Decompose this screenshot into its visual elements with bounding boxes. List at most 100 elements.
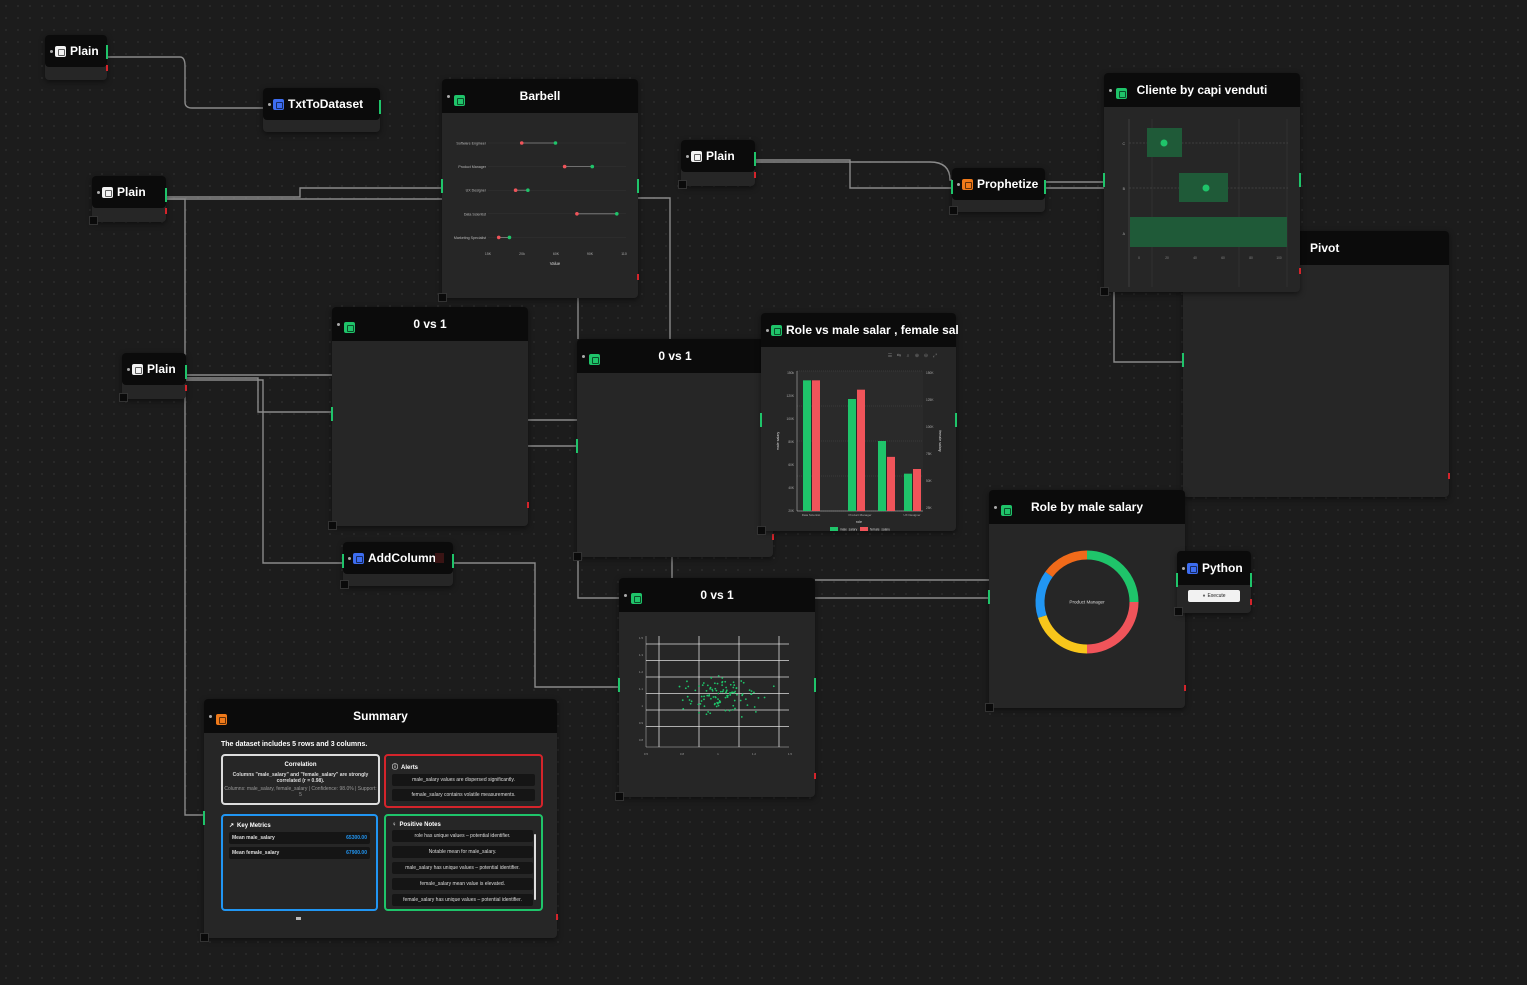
role-vs-salary-node[interactable]: Role vs male salar , female sal ☰ ⇆ ⌕ ⊕ ⊖ ⤢ 15…	[757, 313, 959, 535]
resize-handle[interactable]	[89, 216, 98, 225]
tick-label: 1.5	[639, 636, 644, 640]
tick-label: 100K	[787, 417, 795, 421]
input-port[interactable]	[1182, 353, 1184, 367]
input-port[interactable]	[760, 413, 762, 427]
resize-handle[interactable]	[949, 206, 958, 215]
donut-center-label: Product Manager	[1069, 600, 1105, 605]
donut-slice	[1045, 550, 1088, 578]
output-port[interactable]	[1044, 180, 1046, 194]
error-port[interactable]	[772, 534, 774, 540]
pagination-indicator[interactable]	[296, 917, 301, 920]
legend-swatch	[860, 527, 868, 531]
error-port[interactable]	[1299, 268, 1301, 274]
scatter-point	[725, 686, 728, 689]
summary-node[interactable]: Summary The dataset includes 5 rows and …	[200, 699, 558, 942]
scatter-point	[757, 697, 760, 699]
input-port[interactable]	[203, 811, 205, 825]
execute-button[interactable]: ● Execute	[1188, 590, 1240, 602]
output-port[interactable]	[185, 365, 187, 379]
resize-handle[interactable]	[1174, 607, 1183, 616]
tick-label: Product Manager	[458, 165, 486, 169]
resize-handle[interactable]	[328, 521, 337, 530]
cliente-node[interactable]: Cliente by capi venduti C B A 0 20 40 60 80 100	[1100, 73, 1301, 296]
plain-node-3[interactable]: Plain	[119, 353, 187, 402]
error-port[interactable]	[1184, 685, 1186, 691]
node-header: AddColumn	[343, 542, 453, 574]
error-port[interactable]	[185, 385, 187, 391]
toolbar-icon: ⊖	[924, 353, 928, 359]
output-port[interactable]	[1250, 573, 1252, 587]
role-by-male-salary-node[interactable]: Role by male salary Product Manager	[985, 490, 1186, 712]
resize-handle[interactable]	[119, 393, 128, 402]
input-port[interactable]	[988, 590, 990, 604]
connection-wire	[1113, 292, 1183, 363]
output-port[interactable]	[1299, 173, 1301, 187]
scatter-point	[734, 707, 736, 710]
error-port[interactable]	[165, 208, 167, 214]
tick-label: 60K	[788, 463, 795, 467]
error-port[interactable]	[106, 65, 108, 71]
resize-handle[interactable]	[1100, 287, 1109, 296]
python-node[interactable]: Python ● Execute	[1174, 551, 1252, 616]
input-port[interactable]	[618, 678, 620, 692]
addcolumn-node[interactable]: AddColumn	[340, 542, 454, 589]
scatter-point	[714, 695, 717, 698]
scatter-chart: 1.5 1.3 1.2 1.1 1 0.9 0.8 0.5 0.8 1 1.2 1.5	[619, 612, 815, 797]
resize-handle[interactable]	[615, 792, 624, 801]
plain-node-4[interactable]: Plain	[678, 140, 756, 189]
output-port[interactable]	[165, 188, 167, 202]
output-port[interactable]	[379, 100, 381, 114]
scatter-point	[703, 695, 706, 698]
error-port[interactable]	[637, 274, 639, 280]
node-header: TxtToDataset	[263, 88, 380, 120]
scrollbar[interactable]	[534, 834, 536, 900]
plain-icon	[691, 150, 702, 162]
resize-handle[interactable]	[985, 703, 994, 712]
zero-vs-one-node-b[interactable]: 0 vs 1	[573, 339, 774, 561]
barbell-point	[526, 188, 530, 192]
barbell-node[interactable]: Barbell Software Engineer Product Manager…	[438, 79, 639, 302]
input-port[interactable]	[951, 180, 953, 194]
plain-node-1[interactable]: Plain	[45, 35, 108, 80]
txttodataset-node[interactable]: TxtToDataset	[263, 88, 381, 132]
output-port[interactable]	[106, 45, 108, 59]
input-port[interactable]	[1176, 573, 1178, 587]
tick-label: 1	[641, 704, 643, 708]
error-port[interactable]	[1250, 599, 1252, 605]
output-port[interactable]	[754, 152, 756, 166]
output-port[interactable]	[452, 554, 454, 568]
zero-vs-one-node-a[interactable]: 0 vs 1	[328, 307, 529, 530]
prophetize-node[interactable]: Prophetize	[949, 168, 1046, 215]
output-port[interactable]	[955, 413, 957, 427]
resize-handle[interactable]	[573, 552, 582, 561]
connection-wire	[577, 557, 619, 599]
key-metrics-card: ↗ Key Metrics Mean male_salary 65300.00 Me…	[221, 814, 378, 911]
node-header: Summary	[204, 699, 557, 733]
scatter-point	[746, 704, 749, 707]
toolbar-icon: ⊕	[915, 353, 919, 359]
node-title: Python	[1202, 561, 1243, 575]
scatter-point	[729, 683, 732, 686]
error-port[interactable]	[754, 172, 756, 178]
resize-handle[interactable]	[438, 293, 447, 302]
error-port[interactable]	[814, 773, 816, 779]
plain-node-2[interactable]: Plain	[89, 176, 167, 225]
resize-handle[interactable]	[678, 180, 687, 189]
note-item: female_salary has unique values – potent…	[392, 894, 533, 906]
input-port[interactable]	[1103, 173, 1105, 187]
resize-handle[interactable]	[200, 933, 209, 942]
resize-handle[interactable]	[757, 526, 766, 535]
error-port[interactable]	[1448, 473, 1450, 479]
input-port[interactable]	[342, 554, 344, 568]
input-port[interactable]	[331, 407, 333, 421]
resize-handle[interactable]	[340, 580, 349, 589]
zero-vs-one-node-c[interactable]: 0 vs 1 1.5 1.3 1.2 1.1 1 0.9 0.8 0.5 0.8 1 1.2 1.5	[615, 578, 816, 801]
error-port[interactable]	[556, 914, 558, 920]
input-port[interactable]	[576, 439, 578, 453]
role-vs-chart: ☰ ⇆ ⌕ ⊕ ⊖ ⤢ 150k 120K 100K 80K 60K 40K 20K 150K 125K 10…	[761, 347, 956, 532]
output-port[interactable]	[814, 678, 816, 692]
output-port[interactable]	[637, 179, 639, 193]
input-port[interactable]	[441, 179, 443, 193]
node-header: 0 vs 1	[619, 578, 815, 612]
error-port[interactable]	[527, 502, 529, 508]
